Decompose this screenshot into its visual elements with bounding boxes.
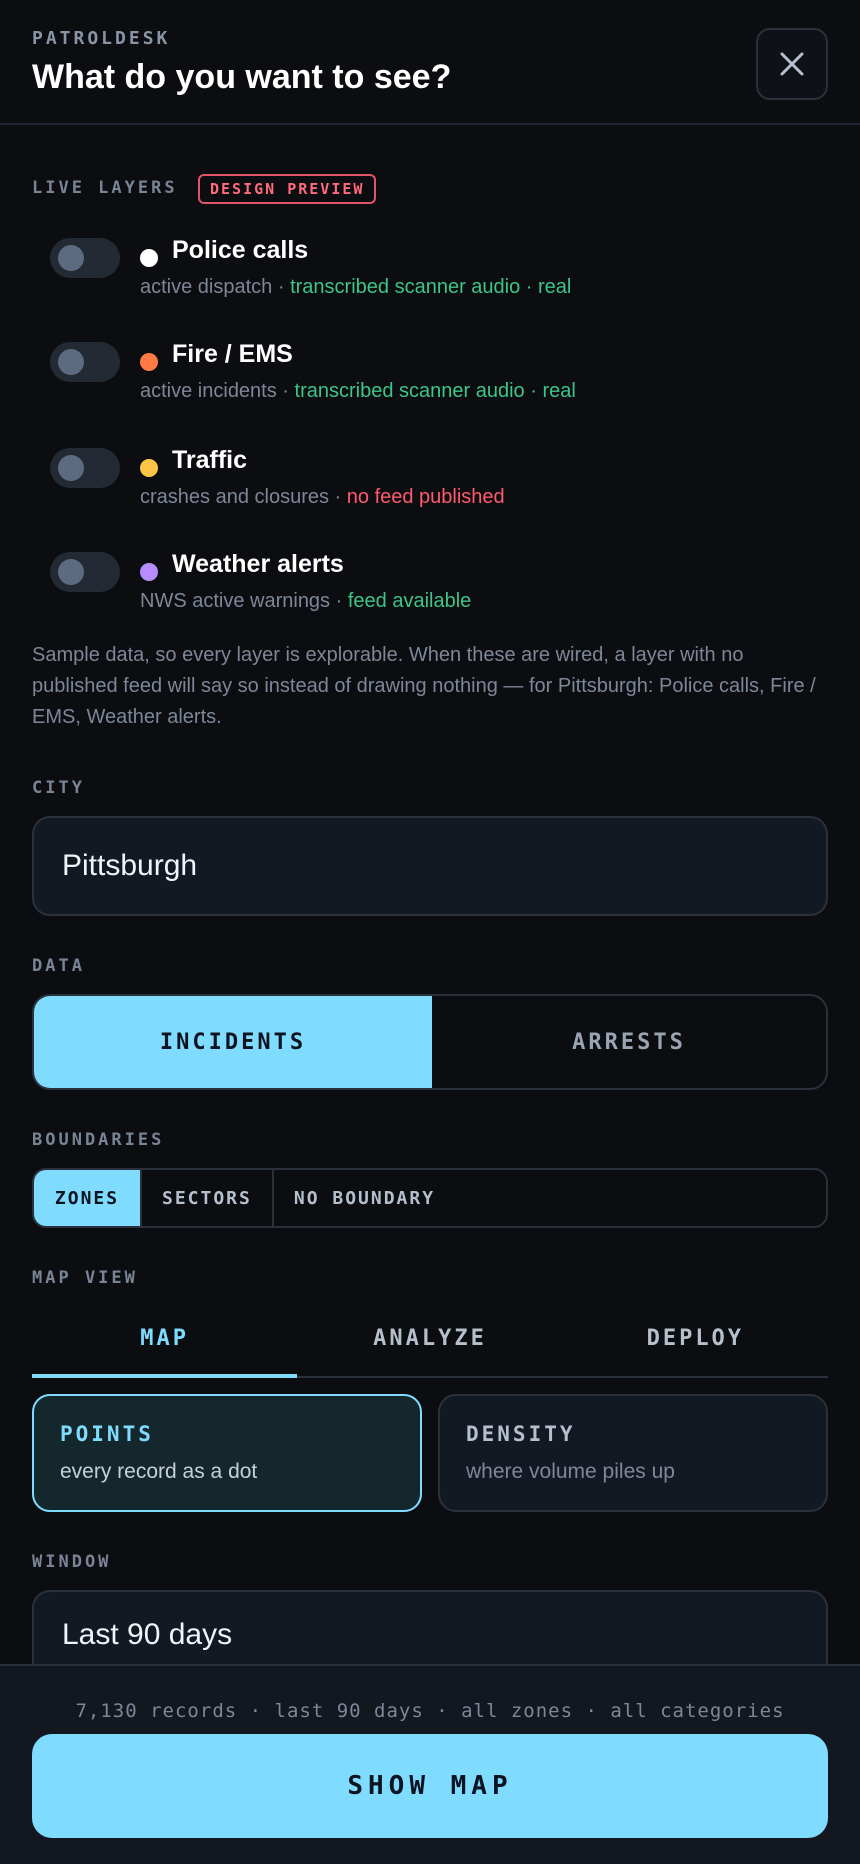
brand-name: PATROLDESK [32, 28, 171, 49]
toggle-knob [58, 349, 84, 375]
layer-name: Police calls [172, 236, 309, 264]
tab-analyze[interactable]: ANALYZE [297, 1310, 562, 1376]
card-subtitle: every record as a dot [60, 1460, 258, 1483]
toggle-knob [58, 559, 84, 585]
traffic-toggle[interactable] [50, 448, 120, 488]
layer-meta: NWS active warnings · feed available [140, 590, 472, 612]
zones-option[interactable]: ZONES [34, 1170, 142, 1226]
tab-map[interactable]: MAP [32, 1310, 298, 1378]
layer-status: feed available [347, 590, 472, 612]
data-label: DATA [32, 956, 85, 976]
data-type-selector: INCIDENTS ARRESTS [32, 994, 828, 1090]
city-label: CITY [32, 778, 85, 798]
show-map-button[interactable]: SHOW MAP [32, 1734, 828, 1838]
map-view-tabs: MAP ANALYZE DEPLOY [32, 1310, 828, 1378]
layer-desc: active dispatch [140, 276, 273, 298]
toggle-knob [58, 455, 84, 481]
layer-meta: crashes and closures · no feed published [140, 486, 505, 508]
boundaries-label: BOUNDARIES [32, 1130, 165, 1150]
close-button[interactable] [756, 28, 828, 100]
window-label: WINDOW [32, 1552, 112, 1572]
card-subtitle: where volume piles up [466, 1460, 675, 1483]
no-boundary-option[interactable]: NO BOUNDARY [274, 1170, 455, 1226]
layer-name: Fire / EMS [172, 340, 293, 368]
density-mode-card[interactable]: DENSITY where volume piles up [438, 1394, 828, 1512]
layer-meta: active dispatch · transcribed scanner au… [140, 276, 572, 298]
incidents-option[interactable]: INCIDENTS [34, 996, 432, 1088]
map-view-label: MAP VIEW [32, 1268, 138, 1288]
footer-bar: 7,130 records · last 90 days · all zones… [0, 1664, 860, 1864]
layer-status: real [538, 276, 572, 298]
sectors-option[interactable]: SECTORS [142, 1170, 274, 1226]
header: PATROLDESK What do you want to see? [0, 0, 860, 125]
layer-name: Weather alerts [172, 550, 344, 578]
layer-name: Traffic [172, 446, 248, 474]
fire-ems-toggle[interactable] [50, 342, 120, 382]
police-calls-toggle[interactable] [50, 238, 120, 278]
layer-desc: NWS active warnings [140, 590, 331, 612]
traffic-color-dot [140, 459, 158, 477]
fire-ems-color-dot [140, 353, 158, 371]
layer-fire-ems: Fire / EMS active incidents · transcribe… [50, 338, 830, 408]
arrests-option[interactable]: ARRESTS [432, 996, 826, 1088]
design-preview-badge: DESIGN PREVIEW [198, 174, 377, 204]
close-icon [780, 52, 804, 76]
city-input[interactable]: Pittsburgh [32, 816, 828, 916]
records-summary: 7,130 records · last 90 days · all zones… [75, 1700, 785, 1722]
points-mode-card[interactable]: POINTS every record as a dot [32, 1394, 422, 1512]
layer-desc: crashes and closures [140, 486, 329, 508]
layer-police-calls: Police calls active dispatch · transcrib… [50, 234, 830, 304]
layers-note: Sample data, so every layer is explorabl… [32, 644, 816, 728]
layer-status: no feed published [346, 486, 505, 508]
tab-deploy[interactable]: DEPLOY [563, 1310, 828, 1376]
weather-alerts-color-dot [140, 563, 158, 581]
layer-weather-alerts: Weather alerts NWS active warnings · fee… [50, 548, 830, 618]
layer-status: real [542, 380, 576, 402]
card-title: POINTS [60, 1422, 154, 1446]
layer-traffic: Traffic crashes and closures · no feed p… [50, 444, 830, 514]
page-title: What do you want to see? [32, 58, 452, 96]
toggle-knob [58, 245, 84, 271]
card-title: DENSITY [466, 1422, 576, 1446]
layer-source: transcribed scanner audio [294, 380, 525, 402]
layer-source: transcribed scanner audio [290, 276, 521, 298]
layer-desc: active incidents [140, 380, 277, 402]
layer-meta: active incidents · transcribed scanner a… [140, 380, 576, 402]
weather-alerts-toggle[interactable] [50, 552, 120, 592]
live-layers-label: LIVE LAYERS [32, 178, 178, 198]
boundaries-selector: ZONES SECTORS NO BOUNDARY [32, 1168, 828, 1228]
police-calls-color-dot [140, 249, 158, 267]
